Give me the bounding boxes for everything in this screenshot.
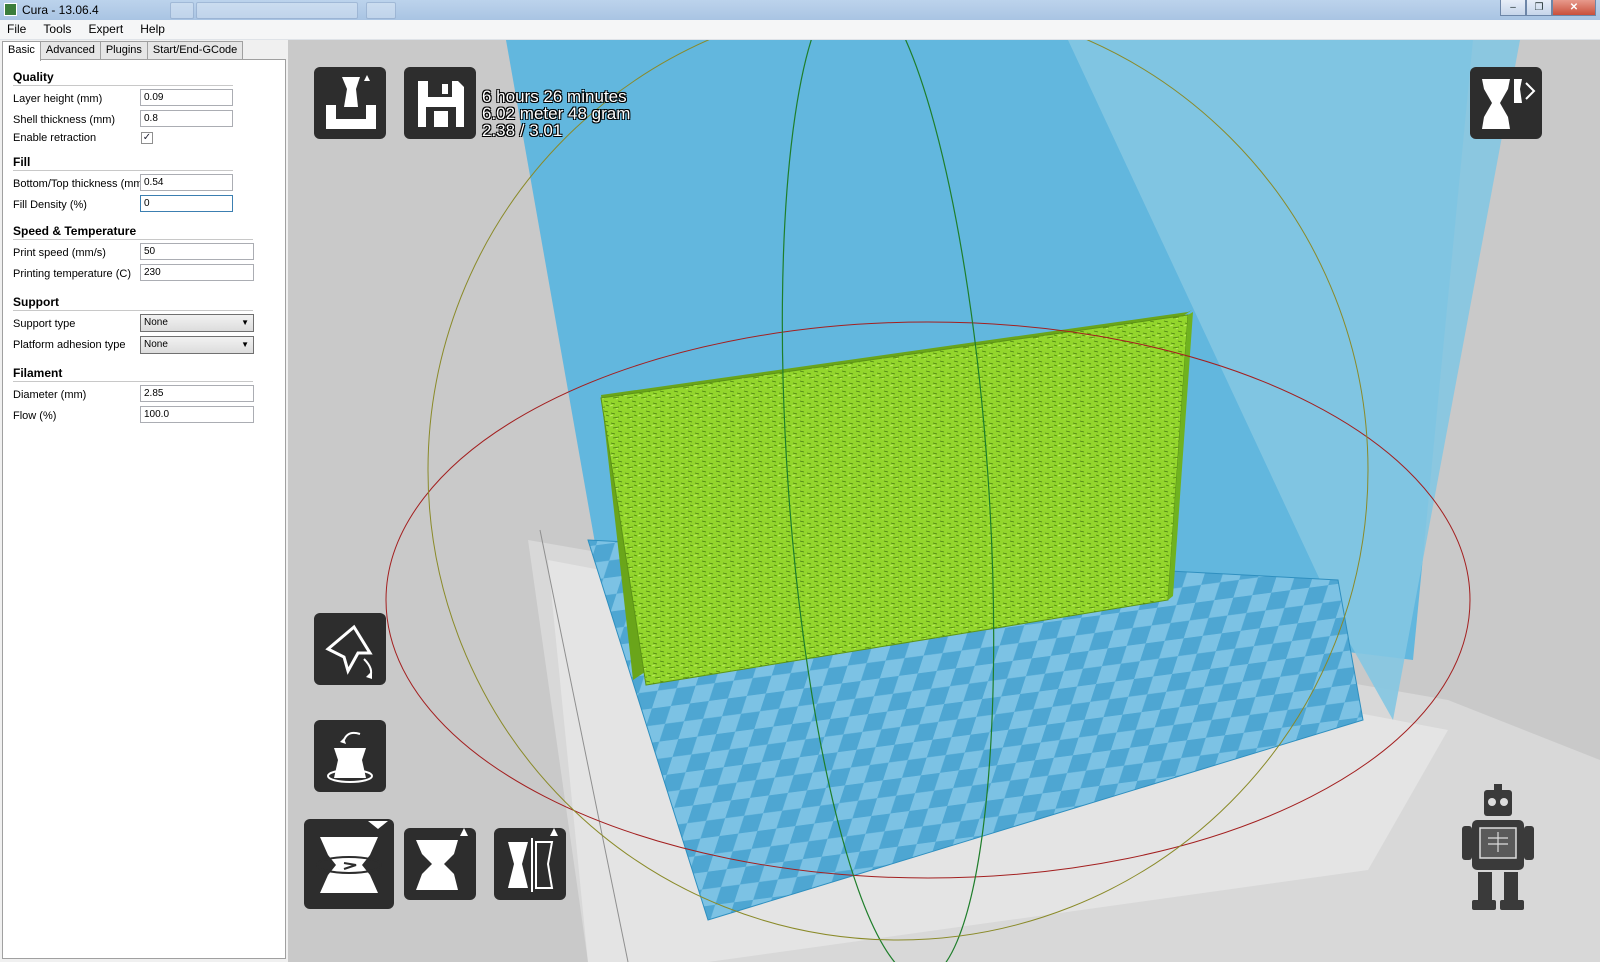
retraction-checkbox[interactable]: ✓ [141, 132, 153, 144]
mirror-icon [416, 828, 468, 890]
section-quality-title: Quality [13, 70, 54, 84]
menu-file[interactable]: File [0, 20, 33, 39]
scale-icon [316, 821, 388, 893]
tab-advanced[interactable]: Advanced [39, 41, 101, 59]
printing-temperature-input[interactable]: 230 [140, 264, 254, 281]
scale-tool-button[interactable] [304, 819, 394, 909]
minimize-button[interactable]: – [1500, 0, 1526, 16]
menu-tools[interactable]: Tools [36, 20, 78, 39]
view-mode-button[interactable] [1470, 67, 1542, 139]
scene-graphic [385, 40, 1600, 962]
rotate-icon [325, 624, 373, 679]
tab-start-end-gcode[interactable]: Start/End-GCode [146, 41, 244, 59]
diameter-input[interactable]: 2.85 [140, 385, 254, 402]
shell-thickness-label: Shell thickness (mm) [13, 114, 116, 126]
platform-adhesion-select[interactable]: None ▼ [140, 336, 254, 354]
mirror-button[interactable] [404, 828, 476, 900]
layer-height-label: Layer height (mm) [13, 93, 103, 105]
robot-mascot [1458, 784, 1538, 924]
taskbar-ghost [366, 2, 396, 19]
filament-usage: 6.02 meter 48 gram [482, 104, 631, 123]
tab-plugins[interactable]: Plugins [99, 41, 148, 59]
save-gcode-button[interactable] [404, 67, 476, 139]
3d-viewport[interactable]: 6 hours 26 minutes 6.02 meter 48 gram 2.… [288, 40, 1600, 962]
divider [13, 310, 253, 311]
support-type-value: None [144, 317, 168, 328]
divider [13, 170, 233, 171]
window-controls: – ❐ ✕ [1500, 0, 1596, 17]
retraction-label: Enable retraction [13, 132, 97, 144]
cura-app-icon [4, 3, 17, 16]
diameter-label: Diameter (mm) [13, 389, 87, 401]
section-support-title: Support [13, 295, 59, 309]
title-bar: Cura - 13.06.4 – ❐ ✕ [0, 0, 1600, 21]
mirror-alt-button[interactable] [494, 828, 566, 900]
printing-temperature-label: Printing temperature (C) [13, 268, 131, 280]
divider [13, 85, 233, 86]
menu-expert[interactable]: Expert [81, 20, 130, 39]
print-stats: 6 hours 26 minutes 6.02 meter 48 gram 2.… [482, 88, 630, 139]
robot-mascot-icon [1462, 784, 1534, 910]
window-title: Cura - 13.06.4 [22, 3, 99, 17]
mirror-alt-icon [508, 828, 558, 892]
settings-panel: Quality Layer height (mm) 0.09 Shell thi… [2, 59, 286, 959]
fill-density-label: Fill Density (%) [13, 199, 87, 211]
menu-bar: File Tools Expert Help [0, 20, 1600, 40]
maximize-button[interactable]: ❐ [1526, 0, 1552, 16]
section-speed-title: Speed & Temperature [13, 224, 137, 238]
taskbar-ghost [170, 2, 194, 19]
settings-tabs: Basic Advanced Plugins Start/End-GCode [2, 41, 244, 61]
print-speed-input[interactable]: 50 [140, 243, 254, 260]
load-model-button[interactable] [314, 67, 386, 139]
flow-input[interactable]: 100.0 [140, 406, 254, 423]
platform-adhesion-value: None [144, 339, 168, 350]
print-speed-label: Print speed (mm/s) [13, 247, 106, 259]
dropdown-arrow-icon: ▼ [241, 318, 249, 327]
close-button[interactable]: ✕ [1552, 0, 1596, 16]
shell-thickness-input[interactable]: 0.8 [140, 110, 233, 127]
section-filament-title: Filament [13, 366, 63, 380]
layer-height-input[interactable]: 0.09 [140, 89, 233, 106]
rotate-around-button[interactable] [314, 720, 386, 792]
support-type-select[interactable]: None ▼ [140, 314, 254, 332]
fill-density-input[interactable]: 0 [140, 195, 233, 212]
dropdown-arrow-icon: ▼ [241, 340, 249, 349]
view-mode-icon [1482, 79, 1536, 129]
bottom-top-thickness-input[interactable]: 0.54 [140, 174, 233, 191]
load-model-icon [326, 75, 376, 129]
support-type-label: Support type [13, 318, 76, 330]
section-fill-title: Fill [13, 155, 31, 169]
menu-help[interactable]: Help [133, 20, 172, 39]
tab-basic[interactable]: Basic [2, 41, 41, 61]
taskbar-ghost [196, 2, 358, 19]
platform-adhesion-label: Platform adhesion type [13, 339, 126, 351]
save-gcode-icon [418, 81, 464, 127]
divider [13, 239, 253, 240]
divider [13, 381, 253, 382]
bottom-top-thickness-label: Bottom/Top thickness (mm) [13, 178, 147, 190]
rotate-around-icon [327, 731, 373, 783]
print-time: 6 hours 26 minutes [482, 87, 627, 106]
flow-label: Flow (%) [13, 410, 57, 422]
print-cost: 2.38 / 3.01 [482, 121, 563, 140]
rotate-tool-button[interactable] [314, 613, 386, 685]
